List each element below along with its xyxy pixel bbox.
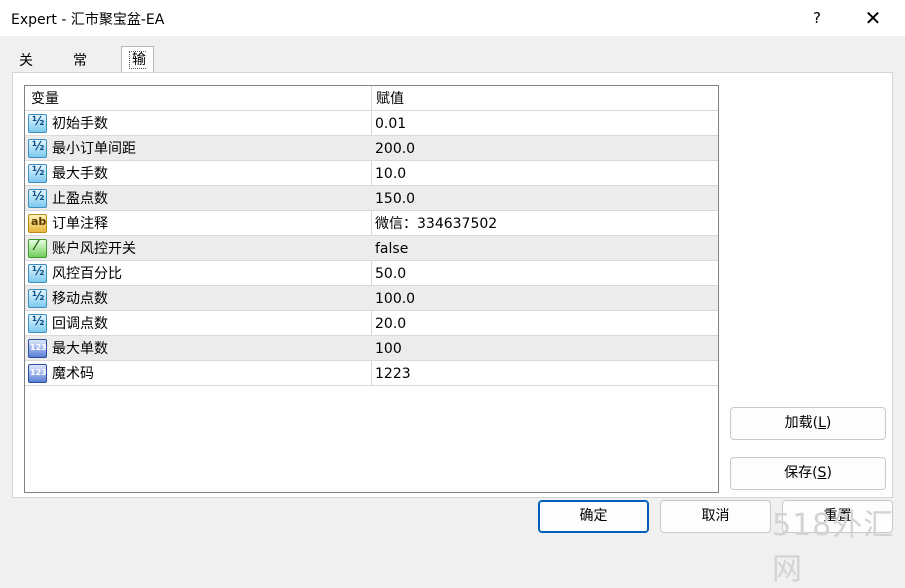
ab-type-icon <box>28 214 47 233</box>
tab-inputs[interactable]: 输入参数 <box>121 46 154 147</box>
parameter-row[interactable]: 最大手数 10.0 <box>25 161 718 186</box>
parameter-value[interactable]: 0.01 <box>375 111 406 137</box>
parameter-name: 魔术码 <box>52 366 94 382</box>
parameter-value[interactable]: 50.0 <box>375 261 406 287</box>
load-button-key: L <box>818 415 826 431</box>
parameter-name: 止盈点数 <box>52 191 108 207</box>
parameter-row[interactable]: 最大单数 100 <box>25 336 718 361</box>
parameter-row[interactable]: 最小订单间距 200.0 <box>25 136 718 161</box>
parameter-value[interactable]: 100.0 <box>375 286 415 312</box>
header-variable[interactable]: 变量 <box>31 86 59 111</box>
half-type-icon <box>28 264 47 283</box>
num-type-icon <box>28 364 47 383</box>
parameter-row[interactable]: 回调点数 20.0 <box>25 311 718 336</box>
parameter-name: 风控百分比 <box>52 266 122 282</box>
tab-panel: 变量 赋值 初始手数 0.01 最小订单间距 200.0 最大手数 10.0 止盈点数 150… <box>12 72 893 498</box>
parameter-row[interactable]: 移动点数 100.0 <box>25 286 718 311</box>
parameter-row[interactable]: 初始手数 0.01 <box>25 111 718 136</box>
parameter-value[interactable]: 20.0 <box>375 311 406 337</box>
half-type-icon <box>28 114 47 133</box>
parameter-row[interactable]: 订单注释 微信：334637502 <box>25 211 718 236</box>
close-button[interactable]: ✕ <box>856 4 890 32</box>
watermark-text: 518外汇网 <box>772 508 895 587</box>
parameters-grid: 变量 赋值 初始手数 0.01 最小订单间距 200.0 最大手数 10.0 止盈点数 150… <box>24 85 719 493</box>
half-type-icon <box>28 189 47 208</box>
save-button-end: ) <box>826 465 832 481</box>
load-button[interactable]: 加载(L) <box>730 407 886 440</box>
save-button-label: 保存( <box>784 465 818 481</box>
parameter-value[interactable]: 200.0 <box>375 136 415 162</box>
tab-common[interactable]: 常用 <box>66 48 94 95</box>
title-bar: Expert - 汇市聚宝盆-EA ? ✕ <box>0 0 905 36</box>
parameter-row[interactable]: 止盈点数 150.0 <box>25 186 718 211</box>
header-value[interactable]: 赋值 <box>376 86 404 111</box>
half-type-icon <box>28 314 47 333</box>
parameter-name: 初始手数 <box>52 116 108 132</box>
parameter-name: 账户风控开关 <box>52 241 136 257</box>
grid-header: 变量 赋值 <box>25 86 718 111</box>
ok-button[interactable]: 确定 <box>538 500 649 533</box>
parameter-value[interactable]: false <box>375 236 408 262</box>
parameter-name: 最小订单间距 <box>52 141 136 157</box>
parameter-row[interactable]: 风控百分比 50.0 <box>25 261 718 286</box>
parameter-value[interactable]: 150.0 <box>375 186 415 212</box>
num-type-icon <box>28 339 47 358</box>
window-title: Expert - 汇市聚宝盆-EA <box>11 12 165 28</box>
save-button[interactable]: 保存(S) <box>730 457 886 490</box>
parameter-name: 最大手数 <box>52 166 108 182</box>
load-button-label: 加载( <box>784 415 819 431</box>
parameter-name: 最大单数 <box>52 341 108 357</box>
parameter-name: 移动点数 <box>52 291 108 307</box>
tab-about[interactable]: 关于 <box>12 48 40 95</box>
bool-type-icon <box>28 239 47 258</box>
parameter-value[interactable]: 1223 <box>375 361 411 387</box>
parameter-name: 回调点数 <box>52 316 108 332</box>
load-button-end: ) <box>825 415 832 431</box>
half-type-icon <box>28 139 47 158</box>
cancel-button[interactable]: 取消 <box>660 500 771 533</box>
parameter-value[interactable]: 100 <box>375 336 402 362</box>
parameter-value[interactable]: 微信：334637502 <box>375 211 497 237</box>
half-type-icon <box>28 164 47 183</box>
parameter-name: 订单注释 <box>52 216 108 232</box>
help-button[interactable]: ? <box>800 4 834 32</box>
half-type-icon <box>28 289 47 308</box>
parameter-value[interactable]: 10.0 <box>375 161 406 187</box>
parameter-row[interactable]: 魔术码 1223 <box>25 361 718 386</box>
parameter-row[interactable]: 账户风控开关 false <box>25 236 718 261</box>
